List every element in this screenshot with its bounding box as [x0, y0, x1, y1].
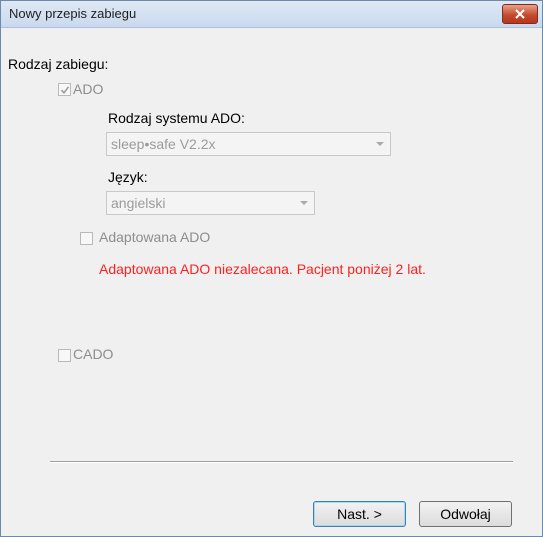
cado-checkbox[interactable] [58, 349, 71, 362]
checkmark-icon [60, 86, 70, 95]
close-icon [515, 9, 525, 19]
cancel-button[interactable]: Odwołaj [419, 501, 512, 527]
dialog-window: Nowy przepis zabiegu Rodzaj zabiegu: ADO… [0, 0, 543, 537]
chevron-down-icon [376, 142, 384, 146]
ado-system-select[interactable]: sleep•safe V2.2x [106, 132, 391, 156]
ado-checkbox-label: ADO [73, 81, 104, 97]
language-select[interactable]: angielski [106, 191, 315, 215]
chevron-down-icon [300, 201, 308, 205]
language-value: angielski [111, 195, 166, 211]
next-button[interactable]: Nast. > [313, 501, 406, 527]
warning-text: Adaptowana ADO niezalecana. Pacjent poni… [99, 261, 426, 277]
title-bar[interactable]: Nowy przepis zabiegu [1, 1, 542, 28]
ado-system-label: Rodzaj systemu ADO: [108, 110, 245, 126]
treatment-type-label: Rodzaj zabiegu: [8, 56, 109, 72]
cado-label: CADO [73, 346, 114, 362]
window-title: Nowy przepis zabiegu [9, 6, 137, 21]
close-button[interactable] [502, 4, 538, 24]
language-label: Język: [108, 169, 148, 185]
ado-system-value: sleep•safe V2.2x [111, 136, 216, 152]
footer-divider [50, 461, 513, 463]
adapted-ado-label: Adaptowana ADO [99, 229, 211, 245]
ado-checkbox[interactable] [58, 83, 71, 96]
dialog-content: Rodzaj zabiegu: ADO Rodzaj systemu ADO: … [1, 28, 542, 536]
adapted-ado-checkbox[interactable] [80, 232, 93, 245]
